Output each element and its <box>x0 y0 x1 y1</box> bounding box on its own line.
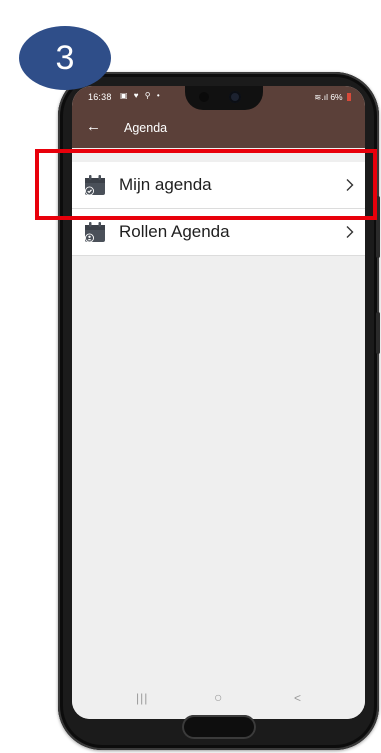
system-nav-bar: ||| ○ < <box>72 679 365 719</box>
status-time: 16:38 <box>88 92 112 102</box>
signal-icon: ≋.ıl <box>314 92 328 102</box>
front-camera <box>229 91 241 103</box>
back-arrow-icon[interactable]: ← <box>86 119 101 135</box>
hardware-home-key <box>182 715 256 739</box>
recents-button[interactable]: ||| <box>136 691 148 705</box>
battery-percent: 6% <box>330 92 343 102</box>
highlight-box <box>35 149 377 220</box>
battery-icon <box>347 93 351 101</box>
calendar-user-icon <box>85 222 105 243</box>
step-badge: 3 <box>19 26 111 90</box>
nav-back-button[interactable]: < <box>294 691 301 705</box>
camera-notch <box>185 86 263 110</box>
menu-item-label: Rollen Agenda <box>119 222 230 241</box>
page-title: Agenda <box>124 121 168 135</box>
app-bar: ← Agenda <box>72 110 365 148</box>
notification-icons: ▣ ♥ ⚲ • <box>120 91 162 100</box>
chevron-right-icon <box>346 226 354 238</box>
home-button[interactable]: ○ <box>214 689 222 705</box>
status-right: ≋.ıl 6% <box>314 92 351 103</box>
sensor-dot <box>199 92 209 102</box>
power-button <box>376 312 380 354</box>
